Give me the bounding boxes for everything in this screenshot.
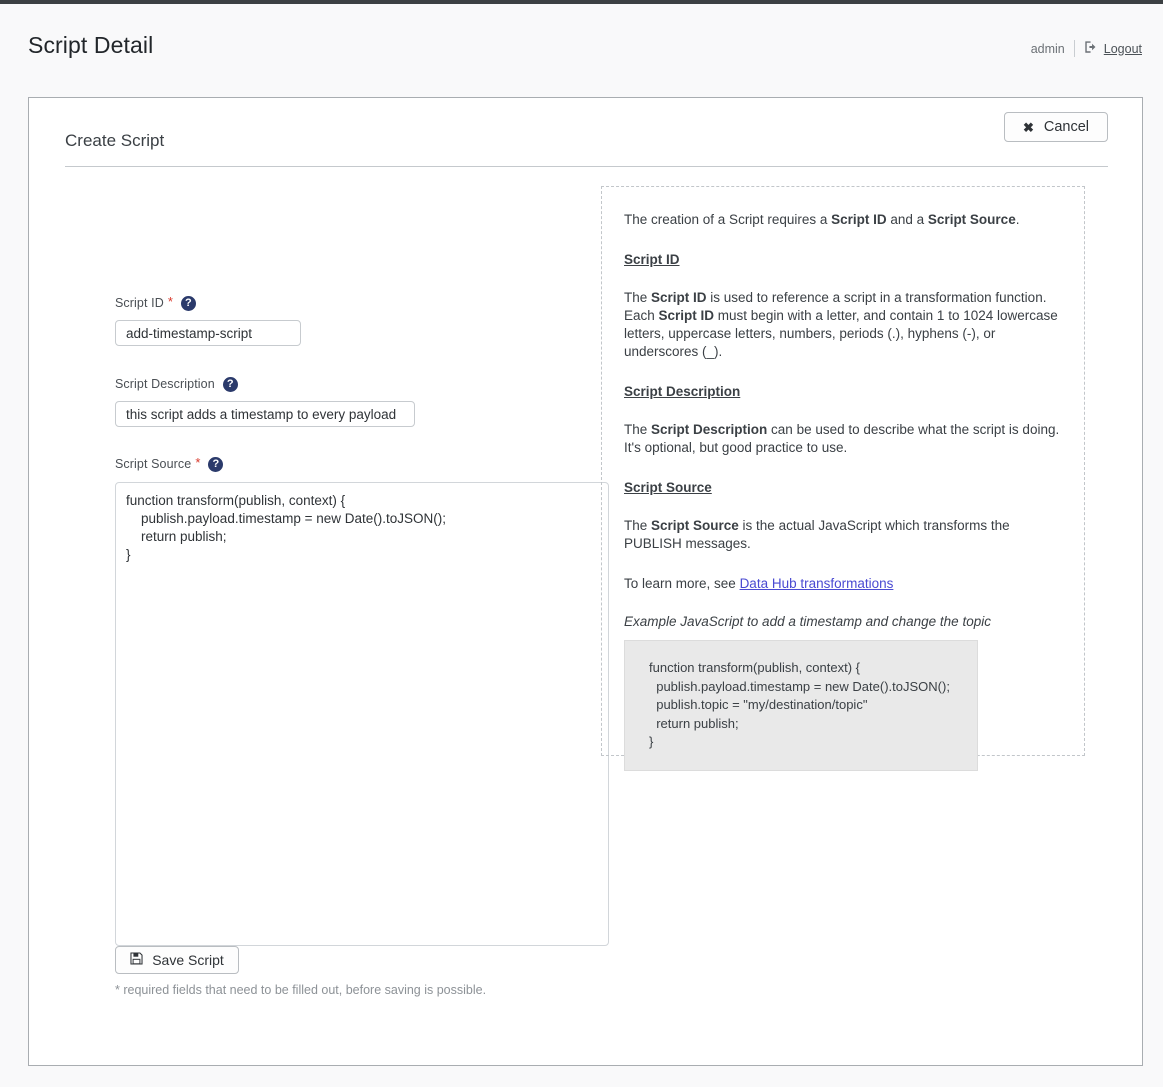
- info-script-id-bold-2: Script ID: [658, 308, 715, 323]
- info-example-caption: Example JavaScript to add a timestamp an…: [624, 614, 991, 629]
- question-mark-icon[interactable]: ?: [222, 376, 238, 392]
- sign-out-icon: [1084, 40, 1098, 57]
- script-source-textarea[interactable]: [115, 482, 609, 946]
- info-intro-bold-2: Script Source: [927, 212, 1016, 227]
- info-script-src-bold-1: Script Source: [651, 518, 739, 533]
- info-help-panel: The creation of a Script requires a Scri…: [601, 186, 1085, 771]
- script-detail-page: Script Detail admin Logout Create Script…: [0, 0, 1163, 1087]
- username-label: admin: [1030, 41, 1065, 56]
- info-learn-more-prefix: To learn more, see: [624, 576, 740, 591]
- page-title: Script Detail: [28, 32, 154, 58]
- info-intro-paragraph: The creation of a Script requires a Scri…: [624, 211, 1061, 229]
- floppy-disk-icon: [130, 952, 143, 968]
- info-script-id-paragraph: The Script ID is used to reference a scr…: [624, 289, 1061, 361]
- user-area: admin Logout: [1031, 40, 1142, 57]
- page-header: Script Detail admin Logout: [0, 4, 1163, 80]
- info-heading-script-id: Script ID: [624, 252, 680, 267]
- create-script-card: Create Script ✖ Cancel Script ID * ? Scr…: [28, 97, 1143, 1066]
- info-heading-script-description: Script Description: [624, 384, 741, 399]
- data-hub-transformations-link[interactable]: Data Hub transformations: [740, 576, 894, 591]
- script-form: Script ID * ? Script Description ? Scrip…: [115, 294, 615, 946]
- logout-button[interactable]: Logout: [1084, 40, 1142, 57]
- cancel-button-label: Cancel: [1043, 119, 1090, 135]
- required-marker: *: [195, 454, 201, 470]
- save-script-button-label: Save Script: [152, 952, 224, 968]
- required-marker: *: [167, 293, 173, 309]
- question-mark-icon[interactable]: ?: [180, 295, 196, 311]
- info-heading-script-source: Script Source: [624, 480, 712, 495]
- script-description-label: Script Description: [115, 377, 215, 391]
- card-header: Create Script ✖ Cancel: [65, 112, 1108, 167]
- info-script-desc-bold-1: Script Description: [651, 422, 768, 437]
- logout-link-label[interactable]: Logout: [1104, 42, 1142, 56]
- script-source-label-row: Script Source * ?: [115, 455, 615, 473]
- save-script-button[interactable]: Save Script: [115, 946, 239, 974]
- info-intro-text-1: The creation of a Script requires a: [624, 212, 832, 227]
- header-divider: [1073, 40, 1075, 57]
- question-mark-icon[interactable]: ?: [208, 456, 224, 472]
- script-id-input[interactable]: [115, 320, 301, 346]
- info-learn-more-paragraph: To learn more, see Data Hub transformati…: [624, 575, 1061, 593]
- script-description-input[interactable]: [115, 401, 415, 427]
- card-title: Create Script: [65, 131, 165, 150]
- cancel-button[interactable]: ✖ Cancel: [1004, 112, 1108, 142]
- info-script-id-bold-1: Script ID: [651, 290, 707, 305]
- script-description-label-row: Script Description ?: [115, 375, 615, 393]
- info-intro-text-2: and a: [886, 212, 928, 227]
- script-source-label: Script Source: [115, 457, 192, 471]
- form-spacer: [115, 346, 615, 375]
- info-script-src-text-1: The: [624, 518, 652, 533]
- info-intro-text-3: .: [1015, 212, 1020, 227]
- required-fields-note: * required fields that need to be filled…: [115, 983, 487, 997]
- example-code-block: function transform(publish, context) { p…: [624, 640, 978, 771]
- info-script-source-paragraph: The Script Source is the actual JavaScri…: [624, 517, 1061, 553]
- script-id-label-row: Script ID * ?: [115, 294, 615, 312]
- close-x-icon: ✖: [1022, 119, 1034, 135]
- info-script-description-paragraph: The Script Description can be used to de…: [624, 421, 1061, 457]
- script-id-label: Script ID: [115, 296, 164, 310]
- form-spacer: [115, 427, 615, 455]
- info-script-id-text-1: The: [624, 290, 652, 305]
- info-script-desc-text-1: The: [624, 422, 652, 437]
- info-intro-bold-1: Script ID: [831, 212, 887, 227]
